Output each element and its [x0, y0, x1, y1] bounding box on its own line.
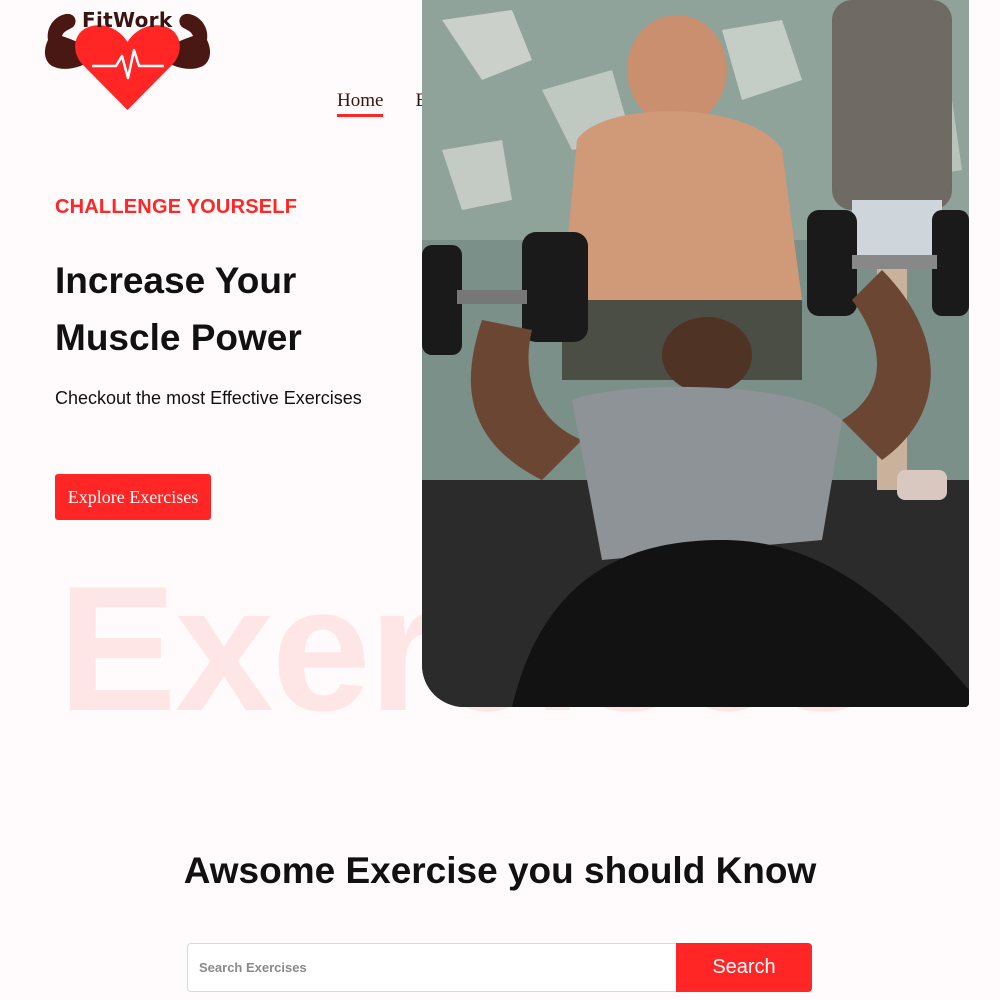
section-title: Awsome Exercise you should Know	[183, 850, 817, 891]
explore-exercises-button[interactable]: Explore Exercises	[55, 474, 211, 520]
hero-headline: Increase Your Muscle Power	[55, 252, 395, 366]
nav-home[interactable]: Home	[337, 90, 384, 117]
main-nav: Home E	[337, 90, 427, 117]
hero-image	[422, 0, 969, 707]
hero-eyebrow: CHALLENGE YOURSELF	[55, 196, 298, 218]
logo[interactable]: FitWork	[40, 6, 215, 112]
search-input[interactable]	[187, 943, 677, 992]
bench-press-photo-icon	[422, 0, 969, 707]
search-bar: Search	[187, 943, 813, 992]
search-button[interactable]: Search	[676, 943, 812, 992]
hero-subhead: Checkout the most Effective Exercises	[55, 388, 362, 408]
hero-headline-line1: Increase Your	[55, 260, 297, 301]
hero-headline-line2: Muscle Power	[55, 317, 302, 358]
logo-text: FitWork	[82, 8, 173, 32]
